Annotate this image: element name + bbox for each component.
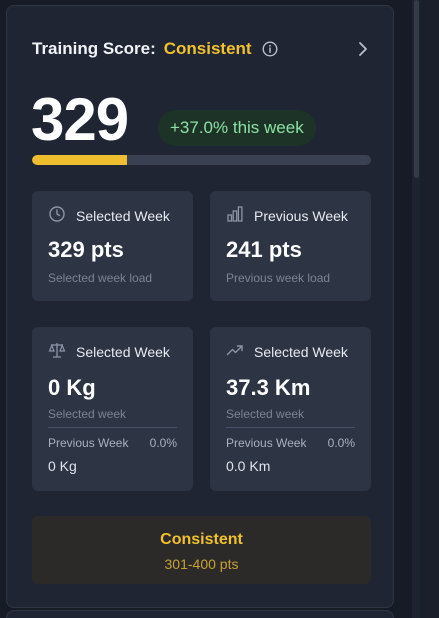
tile-header: Selected Week (48, 341, 170, 362)
scrollbar[interactable] (412, 0, 420, 618)
weekly-change-badge: +37.0% this week (158, 110, 316, 146)
selected-week-points: 329 pts (48, 237, 124, 262)
previous-week-load-tile: Previous Week 241 pts Previous week load (210, 191, 371, 301)
category-title: Consistent (160, 531, 243, 548)
tile-subtitle: Selected week (48, 407, 127, 421)
card-title: Training Score: (32, 39, 156, 58)
right-panel-edge (420, 0, 439, 618)
previous-week-change: 0.0% (149, 436, 177, 450)
tile-header: Previous Week (226, 205, 348, 226)
training-score-value: 329 (31, 86, 129, 153)
chevron-right-icon[interactable] (353, 36, 373, 62)
selected-week-distance: 37.3 Km (226, 375, 311, 400)
selected-week-load-tile: Selected Week 329 pts Selected week load (32, 191, 193, 301)
previous-week-distance: 0.0 Km (226, 458, 271, 474)
tile-title: Previous Week (254, 207, 348, 224)
divider (48, 427, 177, 428)
training-score-card: Training Score: Consistent 329 +37.0% th… (6, 5, 394, 608)
previous-week-change: 0.0% (327, 436, 355, 450)
previous-week-row: Previous Week 0.0% (226, 436, 355, 450)
tile-subtitle: Selected week (226, 407, 305, 421)
weight-tile: Selected Week 0 Kg Selected week Previou… (32, 327, 193, 491)
previous-week-label: Previous Week (48, 436, 129, 450)
next-card (6, 610, 394, 618)
score-progress-fill (32, 155, 127, 165)
scrollbar-thumb[interactable] (414, 0, 419, 178)
divider (226, 427, 355, 428)
score-category-box: Consistent 301-400 pts (32, 516, 371, 584)
tile-subtitle: Previous week load (226, 271, 331, 285)
bar-chart-icon (226, 205, 244, 226)
tile-title: Selected Week (254, 343, 348, 360)
category-range: 301-400 pts (164, 556, 239, 572)
tile-header: Selected Week (48, 205, 170, 226)
tile-title: Selected Week (76, 207, 170, 224)
tile-header: Selected Week (226, 341, 348, 362)
previous-week-row: Previous Week 0.0% (48, 436, 177, 450)
info-icon[interactable] (262, 41, 278, 57)
selected-week-weight: 0 Kg (48, 375, 96, 400)
scale-icon (48, 341, 66, 362)
previous-week-weight: 0 Kg (48, 458, 77, 474)
previous-week-points: 241 pts (226, 237, 302, 262)
score-progress-bar (32, 155, 371, 165)
page: Training Score: Consistent 329 +37.0% th… (0, 0, 439, 618)
score-status: Consistent (163, 39, 252, 58)
card-header: Training Score: Consistent (32, 36, 278, 62)
trend-up-icon (226, 341, 244, 362)
previous-week-label: Previous Week (226, 436, 307, 450)
distance-tile: Selected Week 37.3 Km Selected week Prev… (210, 327, 371, 491)
tile-title: Selected Week (76, 343, 170, 360)
tile-subtitle: Selected week load (48, 271, 153, 285)
clock-icon (48, 205, 66, 226)
